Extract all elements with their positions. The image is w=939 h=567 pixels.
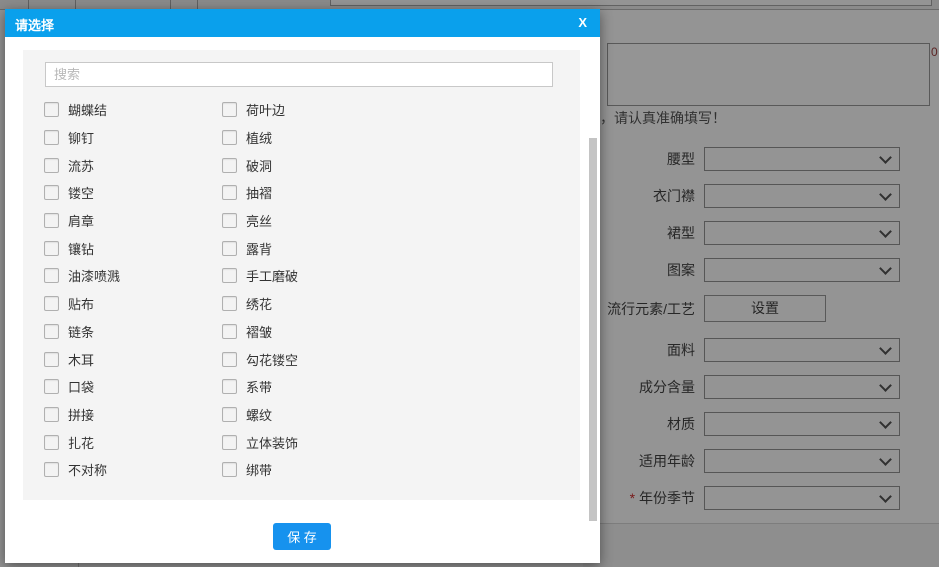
checkbox-option[interactable]: 立体装饰 <box>222 433 566 452</box>
option-label: 勾花镂空 <box>246 352 299 368</box>
checkbox[interactable] <box>44 462 59 478</box>
checkbox[interactable] <box>222 102 237 118</box>
checkbox-option[interactable]: 镂空 <box>44 183 222 202</box>
checkbox[interactable] <box>44 406 59 422</box>
option-label: 木耳 <box>68 352 95 368</box>
options-panel: 蝴蝶结 荷叶边铆钉 植绒流苏 破洞镂空 抽褶肩章 亮丝镶钻 露背油漆喷溅 手工磨破贴布 绣花链条… <box>23 50 597 521</box>
dialog-header: 请选择 X <box>5 9 600 37</box>
option-label: 绑带 <box>246 463 273 479</box>
checkbox[interactable] <box>222 157 237 173</box>
checkbox[interactable] <box>44 240 59 256</box>
checkbox[interactable] <box>222 379 237 395</box>
checkbox-option[interactable]: 植绒 <box>222 128 566 147</box>
checkbox-option[interactable]: 螺纹 <box>222 405 566 424</box>
scrollbar-thumb[interactable] <box>589 138 597 521</box>
checkbox[interactable] <box>222 213 237 229</box>
option-label: 荷叶边 <box>246 103 286 119</box>
checkbox-option[interactable]: 荷叶边 <box>222 100 566 119</box>
option-label: 亮丝 <box>246 214 273 230</box>
option-label: 口袋 <box>68 380 95 396</box>
checkbox[interactable] <box>222 406 237 422</box>
checkbox-option[interactable]: 铆钉 <box>44 128 222 147</box>
option-label: 拼接 <box>68 407 95 423</box>
checkbox[interactable] <box>222 185 237 201</box>
checkbox-option[interactable]: 手工磨破 <box>222 266 566 285</box>
checkbox[interactable] <box>222 434 237 450</box>
option-label: 立体装饰 <box>246 435 299 451</box>
options-list: 蝴蝶结 荷叶边铆钉 植绒流苏 破洞镂空 抽褶肩章 亮丝镶钻 露背油漆喷溅 手工磨破贴布 绣花链条… <box>44 96 566 496</box>
save-button[interactable]: 保 存 <box>273 523 331 550</box>
option-label: 绣花 <box>246 297 273 313</box>
checkbox[interactable] <box>44 185 59 201</box>
checkbox[interactable] <box>222 130 237 146</box>
search-input[interactable] <box>45 62 553 87</box>
option-label: 褶皱 <box>246 324 273 340</box>
option-label: 油漆喷溅 <box>68 269 121 285</box>
checkbox[interactable] <box>44 213 59 229</box>
option-label: 链条 <box>68 324 95 340</box>
checkbox-option[interactable]: 系带 <box>222 377 566 396</box>
checkbox[interactable] <box>44 379 59 395</box>
checkbox-option[interactable]: 扎花 <box>44 433 222 452</box>
checkbox-option[interactable]: 镶钻 <box>44 239 222 258</box>
checkbox[interactable] <box>44 157 59 173</box>
dialog-title: 请选择 <box>15 18 55 33</box>
checkbox[interactable] <box>222 351 237 367</box>
checkbox-option[interactable]: 破洞 <box>222 156 566 175</box>
option-label: 系带 <box>246 380 273 396</box>
option-label: 抽褶 <box>246 186 273 202</box>
option-label: 流苏 <box>68 158 95 174</box>
close-icon[interactable]: X <box>578 15 587 30</box>
option-label: 扎花 <box>68 435 95 451</box>
option-label: 露背 <box>246 241 273 257</box>
checkbox-option[interactable]: 贴布 <box>44 294 222 313</box>
checkbox-option[interactable]: 肩章 <box>44 211 222 230</box>
checkbox-option[interactable]: 抽褶 <box>222 183 566 202</box>
checkbox-option[interactable]: 油漆喷溅 <box>44 266 222 285</box>
option-label: 镂空 <box>68 186 95 202</box>
checkbox-option[interactable]: 流苏 <box>44 156 222 175</box>
checkbox-option[interactable]: 勾花镂空 <box>222 350 566 369</box>
checkbox-option[interactable]: 绑带 <box>222 460 566 479</box>
checkbox-option[interactable]: 口袋 <box>44 377 222 396</box>
option-label: 手工磨破 <box>246 269 299 285</box>
checkbox-option[interactable]: 不对称 <box>44 460 222 479</box>
option-label: 肩章 <box>68 214 95 230</box>
checkbox-option[interactable]: 蝴蝶结 <box>44 100 222 119</box>
option-label: 贴布 <box>68 297 95 313</box>
checkbox[interactable] <box>44 323 59 339</box>
select-dialog: 请选择 X 蝴蝶结 荷叶边铆钉 植绒流苏 破洞镂空 抽褶肩章 亮丝镶钻 露背油漆喷溅 手工磨破… <box>5 9 600 563</box>
option-label: 镶钻 <box>68 241 95 257</box>
checkbox[interactable] <box>222 462 237 478</box>
option-label: 螺纹 <box>246 407 273 423</box>
option-label: 铆钉 <box>68 131 95 147</box>
checkbox-option[interactable]: 链条 <box>44 322 222 341</box>
checkbox-option[interactable]: 绣花 <box>222 294 566 313</box>
checkbox[interactable] <box>44 102 59 118</box>
option-label: 不对称 <box>68 463 108 479</box>
checkbox[interactable] <box>44 296 59 312</box>
option-label: 破洞 <box>246 158 273 174</box>
checkbox[interactable] <box>44 130 59 146</box>
option-label: 植绒 <box>246 131 273 147</box>
checkbox-option[interactable]: 亮丝 <box>222 211 566 230</box>
checkbox[interactable] <box>222 296 237 312</box>
checkbox[interactable] <box>222 268 237 284</box>
option-label: 蝴蝶结 <box>68 103 108 119</box>
checkbox[interactable] <box>44 351 59 367</box>
checkbox-option[interactable]: 木耳 <box>44 350 222 369</box>
checkbox[interactable] <box>44 434 59 450</box>
checkbox[interactable] <box>222 323 237 339</box>
checkbox-option[interactable]: 拼接 <box>44 405 222 424</box>
checkbox-option[interactable]: 褶皱 <box>222 322 566 341</box>
checkbox[interactable] <box>44 268 59 284</box>
checkbox[interactable] <box>222 240 237 256</box>
checkbox-option[interactable]: 露背 <box>222 239 566 258</box>
